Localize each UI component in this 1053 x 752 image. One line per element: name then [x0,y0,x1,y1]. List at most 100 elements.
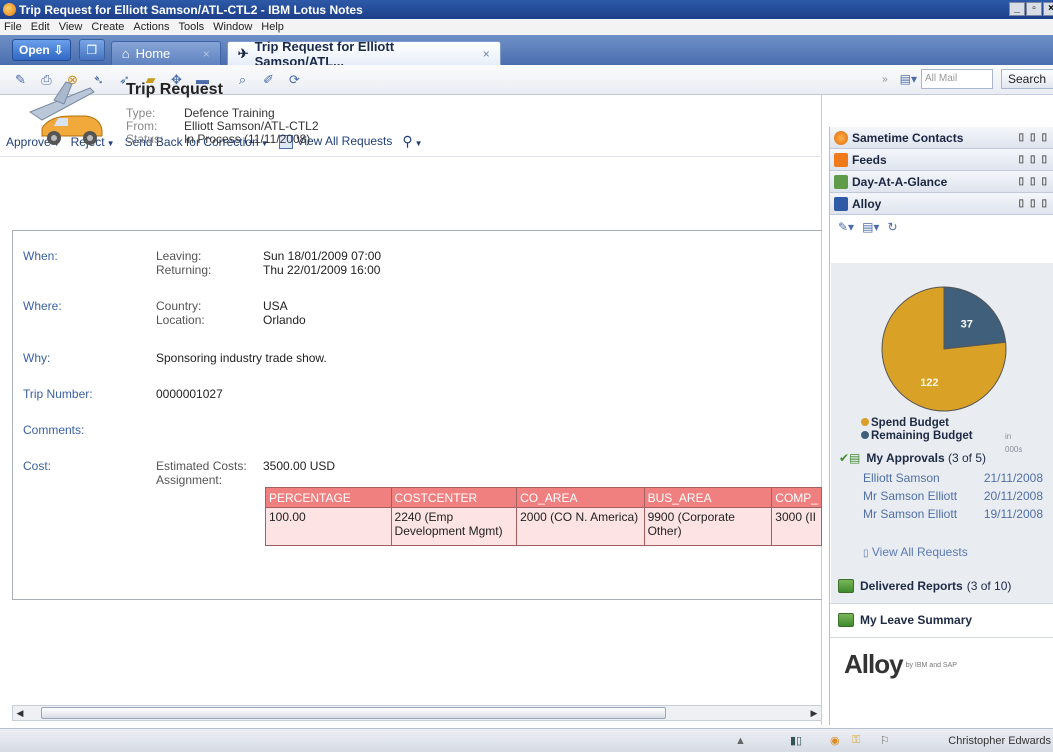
cell-comp: 3000 (II [771,507,822,546]
approvals-icon: ✔▤ [839,451,861,465]
cost-label: Cost: [23,459,52,473]
trip-number-value: 0000001027 [156,387,223,401]
from-value: Elliott Samson/ATL-CTL2 [184,119,319,133]
menu-bar: File Edit View Create Actions Tools Wind… [0,19,1053,35]
view-all-link-label: View All Requests [871,545,968,559]
minimize-button[interactable]: _ [1009,2,1025,16]
menu-edit[interactable]: Edit [27,21,55,33]
panel-icon[interactable]: ▮▯ [790,734,802,747]
approval-item[interactable]: Mr Samson Elliott 19/11/2008 [863,507,1043,521]
approval-name: Mr Samson Elliott [863,507,958,521]
tab-home-label: Home [135,46,171,61]
view-all-requests-link[interactable]: ▯ View All Requests [863,545,968,559]
panel-controls-icon[interactable]: ▯▯▯ [1018,132,1053,143]
sametime-icon [834,130,848,145]
current-user: Christopher Edwards [948,734,1051,747]
view-icon[interactable]: ▤▾ [862,220,879,234]
chevron-icon[interactable]: » [882,74,888,85]
when-label: When: [23,249,58,263]
menu-create[interactable]: Create [87,21,129,33]
country-label: Country: [156,299,202,313]
approval-item[interactable]: Elliott Samson 21/11/2008 [863,471,1043,485]
legend-remaining: Remaining Budget [861,430,973,443]
type-label: Type: [126,106,156,120]
why-value: Sponsoring industry trade show. [156,351,327,365]
location-icon[interactable]: ⚐ [880,734,890,747]
up-arrow-icon[interactable]: ▲ [735,735,746,747]
online-status-icon[interactable]: ◉ [830,734,840,747]
legend-unit: in 000s [1005,432,1023,454]
horizontal-scrollbar[interactable]: ◀ ▶ [12,705,822,721]
calendar-icon [834,174,848,189]
sidebar-feeds[interactable]: Feeds ▯▯▯ [830,149,1053,171]
panel-controls-icon[interactable]: ▯▯▯ [1018,154,1053,165]
approval-date: 19/11/2008 [983,507,1043,521]
leave-summary-row[interactable]: My Leave Summary [838,613,976,627]
delivered-reports-row[interactable]: Delivered Reports (3 of 10) [838,579,1011,593]
assignment-table: PERCENTAGE COSTCENTER CO_AREA BUS_AREA C… [265,487,822,546]
legend-remaining-label: Remaining Budget [871,430,973,442]
lotus-notes-icon [3,3,16,16]
my-approvals-header[interactable]: ✔▤ My Approvals (3 of 5) [839,451,986,465]
menu-window[interactable]: Window [209,21,257,33]
tab-trip-request-label: Trip Request for Elliott Samson/ATL... [254,38,395,69]
dayataglance-label: Day-At-A-Glance [852,174,948,189]
where-label: Where: [23,299,62,313]
alloy-toolbar: ✎▾ ▤▾ ↻ [830,215,1053,239]
close-tab-icon[interactable]: × [483,47,490,61]
approval-date: 21/11/2008 [983,471,1043,485]
scrollbar-thumb[interactable] [41,707,666,719]
key-icon[interactable]: ⚿ [852,734,860,747]
new-icon[interactable]: ✎▾ [838,220,854,234]
pie-label-spend: 122 [920,377,938,389]
header-costcenter: COSTCENTER [390,487,518,508]
tab-home[interactable]: ⌂ Home × [110,41,221,65]
open-button[interactable]: Open ⇩ [12,39,71,61]
menu-file[interactable]: File [0,21,27,33]
leaving-label: Leaving: [156,249,202,263]
request-header: Trip Request Type: Defence Training From:… [16,78,796,146]
copy-window-icon[interactable]: ❐ [78,39,105,61]
search-input[interactable]: All Mail [921,69,993,89]
type-value: Defence Training [184,106,275,120]
sidebar-alloy[interactable]: Alloy ▯▯▯ [830,193,1053,215]
estimated-costs-label: Estimated Costs: [156,459,247,473]
sidebar-day-at-a-glance[interactable]: Day-At-A-Glance ▯▯▯ [830,171,1053,193]
location-value: Orlando [263,313,306,327]
tab-bar: Open ⇩ ❐ ⌂ Home × ✈ Trip Request for Ell… [0,35,1053,69]
close-tab-icon[interactable]: × [203,47,210,61]
menu-help[interactable]: Help [257,21,289,33]
remaining-dot-icon [861,431,869,439]
sidebar-sametime[interactable]: Sametime Contacts ▯▯▯ [830,127,1053,149]
alloy-label: Alloy [852,196,882,211]
approval-name: Elliott Samson [863,471,940,485]
approval-item[interactable]: Mr Samson Elliott 20/11/2008 [863,489,1043,503]
close-button[interactable]: × [1043,2,1053,16]
tab-trip-request[interactable]: ✈ Trip Request for Elliott Samson/ATL...… [226,39,501,69]
search-scope-icon[interactable]: ▤▾ [900,72,917,86]
estimated-costs-value: 3500.00 USD [263,459,336,473]
alloy-panel: 37 122 Spend Budget Remaining Budget in 0… [831,263,1053,603]
home-icon: ⌂ [121,46,130,61]
pie-label-remaining: 37 [961,319,973,331]
status-label: Status: [126,132,164,146]
reports-icon [838,579,854,593]
sametime-label: Sametime Contacts [852,130,964,145]
scroll-left-icon[interactable]: ◀ [13,706,27,720]
cell-co-area: 2000 (CO N. America) [516,507,645,546]
search-button[interactable]: Search [1001,69,1053,89]
maximize-button[interactable]: ▫ [1026,2,1042,16]
menu-actions[interactable]: Actions [129,21,174,33]
approvals-count: (3 of 5) [948,451,987,465]
menu-view[interactable]: View [55,21,88,33]
refresh-icon[interactable]: ↻ [887,220,897,234]
scroll-right-icon[interactable]: ▶ [807,706,821,720]
panel-controls-icon[interactable]: ▯▯▯ [1018,198,1053,209]
chart-legend: Spend Budget Remaining Budget in 000s [861,417,1022,454]
menu-tools[interactable]: Tools [174,21,209,33]
header-co-area: CO_AREA [516,487,645,508]
feeds-icon [834,152,848,167]
panel-controls-icon[interactable]: ▯▯▯ [1018,176,1053,187]
pie-slice-remaining [943,286,1007,350]
open-label: Open [19,43,50,57]
